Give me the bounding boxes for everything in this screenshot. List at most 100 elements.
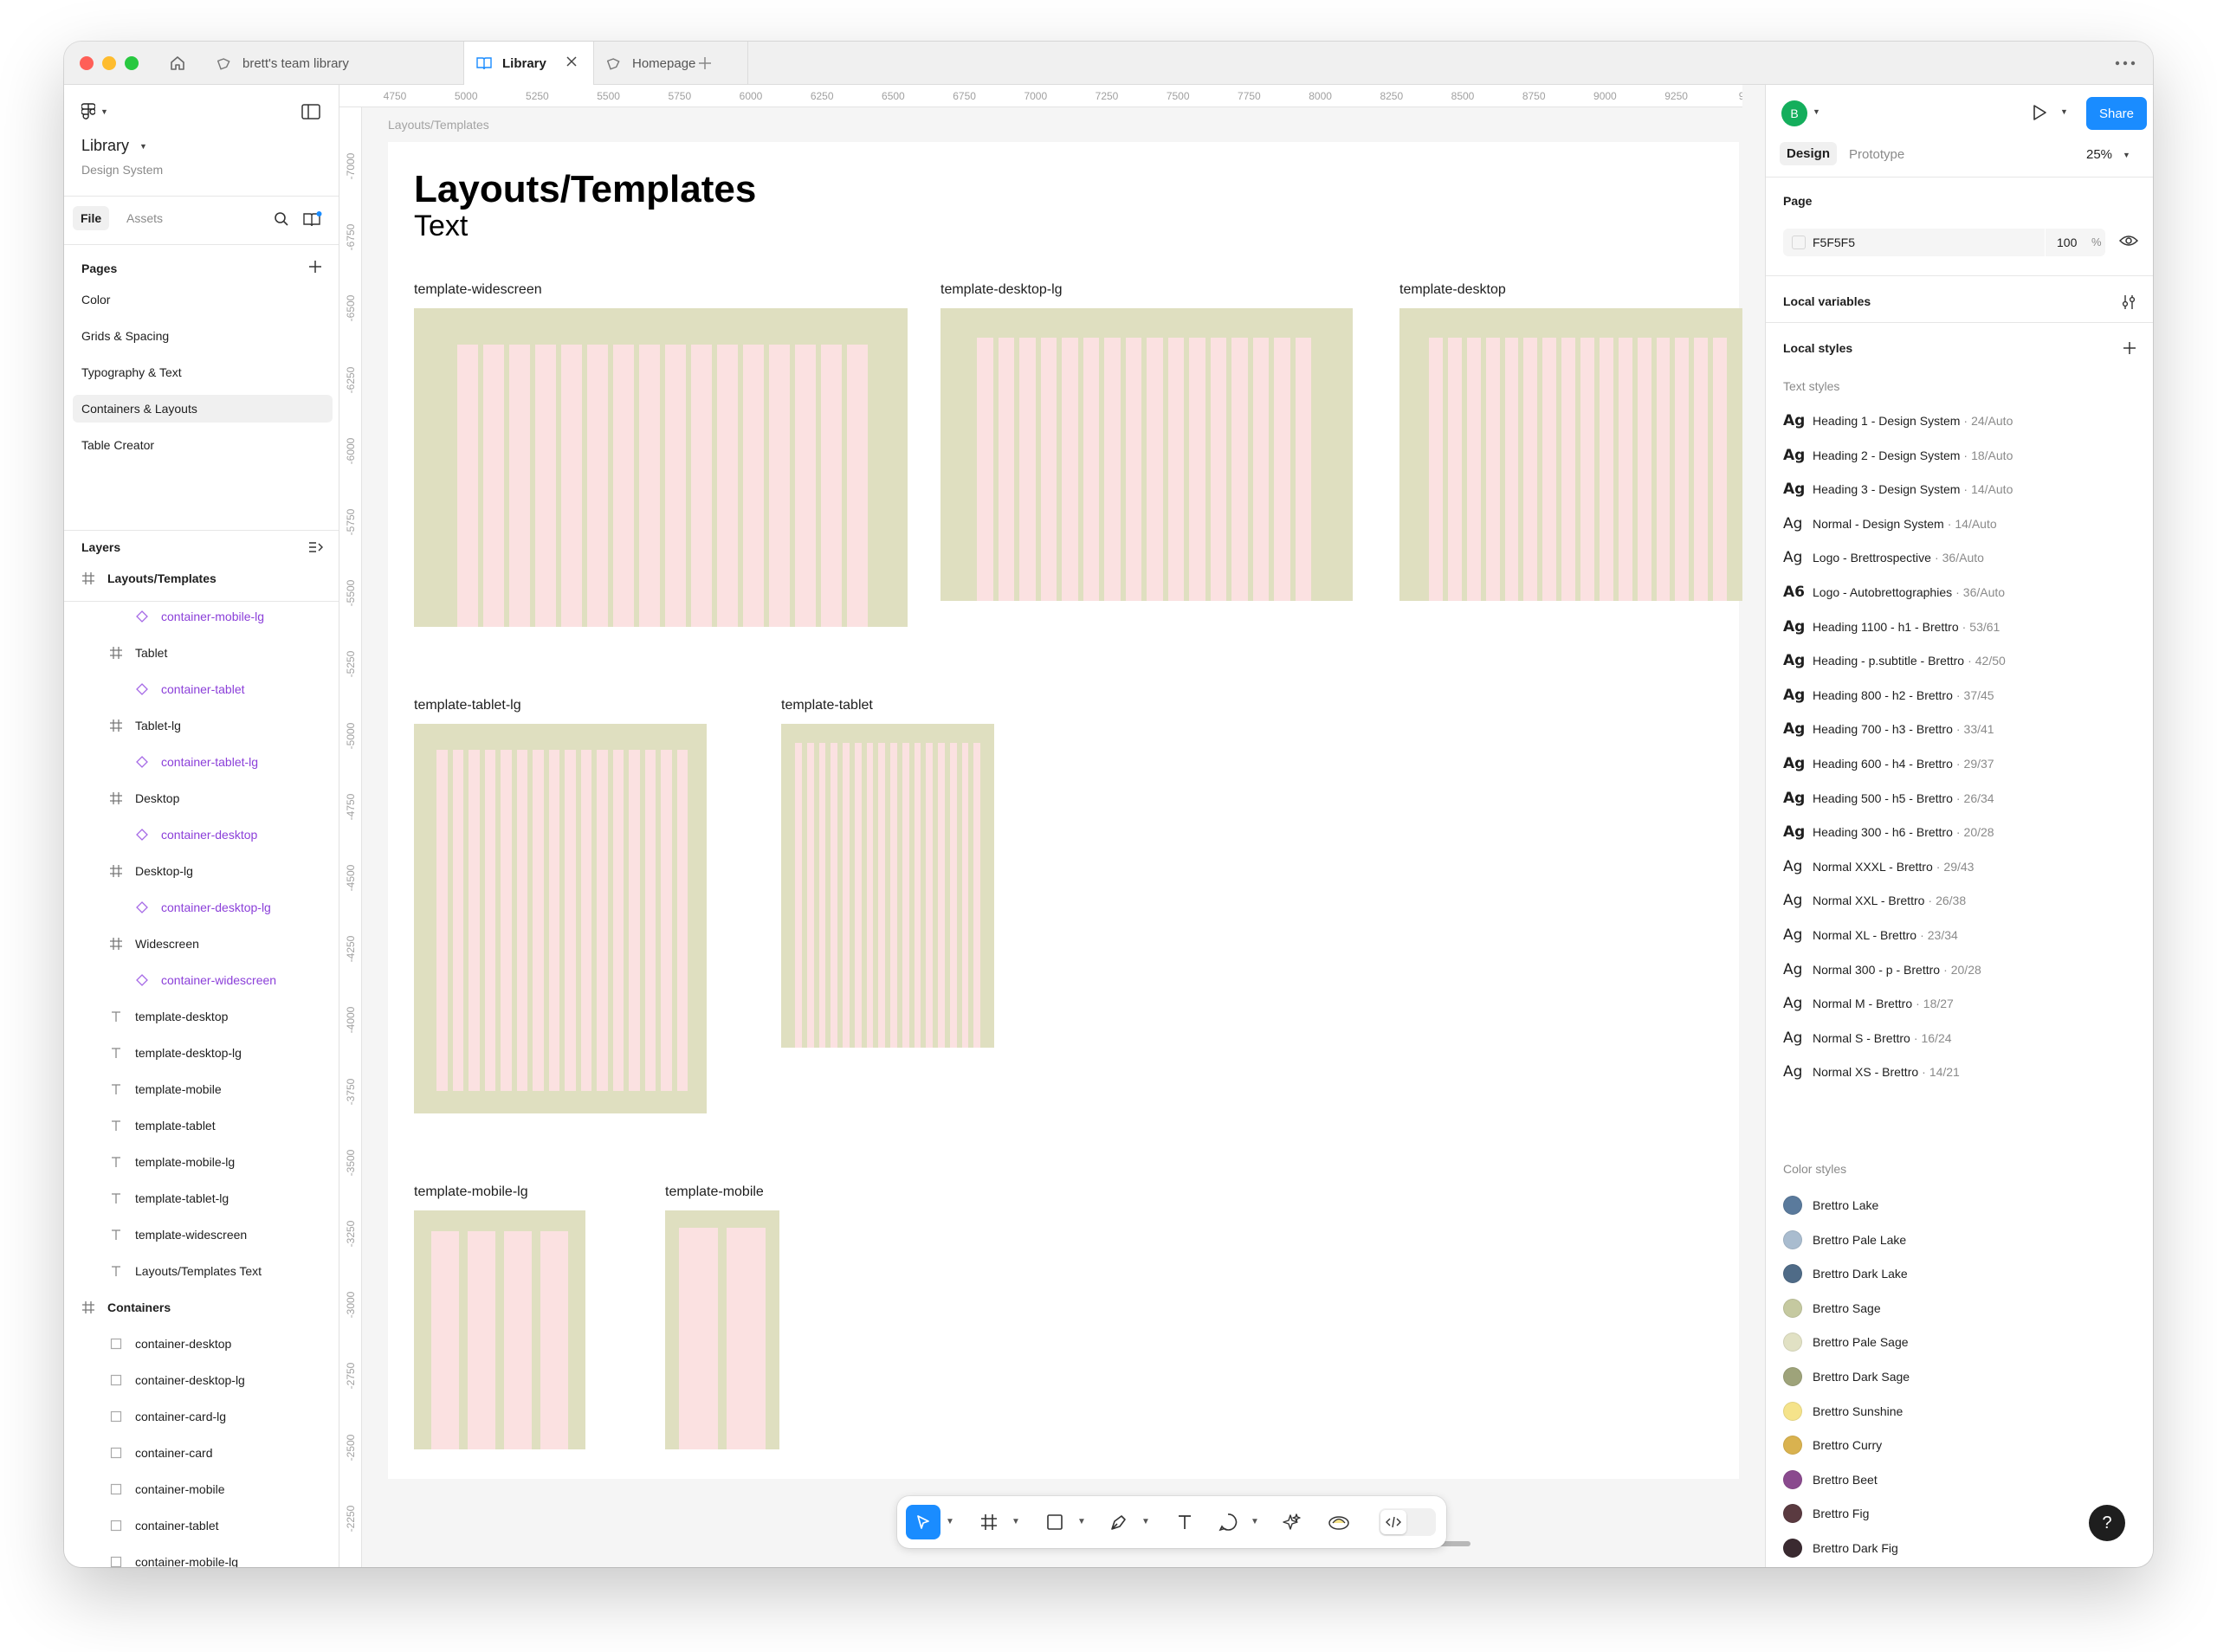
- text-style-item[interactable]: Ag Heading 600 - h4 - Brettro · 29/37: [1783, 753, 1994, 774]
- layer-item[interactable]: template-desktop-lg: [64, 1040, 339, 1066]
- frame-label[interactable]: Layouts/Templates: [388, 118, 489, 132]
- zoom-level[interactable]: 25% ▼: [2086, 147, 2130, 162]
- text-style-item[interactable]: Ag Logo - Brettrospective · 36/Auto: [1783, 547, 1984, 568]
- zoom-window-button[interactable]: [125, 56, 139, 70]
- add-page-plus-icon[interactable]: [308, 260, 322, 278]
- variables-settings-icon[interactable]: [2121, 294, 2136, 314]
- pen-tool-button[interactable]: [1102, 1505, 1136, 1539]
- color-style-item[interactable]: Brettro Dark Lake: [1783, 1263, 1908, 1284]
- text-style-item[interactable]: Ag Heading 1 - Design System · 24/Auto: [1783, 410, 2013, 431]
- chevron-down-icon[interactable]: ▼: [1012, 1517, 1020, 1526]
- toggle-sidebar-icon[interactable]: [301, 104, 320, 124]
- tab-file[interactable]: File: [73, 206, 110, 230]
- ai-tool-button[interactable]: [1275, 1505, 1309, 1539]
- layer-item[interactable]: container-tablet: [64, 1513, 339, 1539]
- main-menu-button[interactable]: ▼: [81, 102, 108, 121]
- layer-item[interactable]: template-mobile-lg: [64, 1149, 339, 1175]
- comment-tool-button[interactable]: [1211, 1505, 1245, 1539]
- layer-item[interactable]: Tablet: [64, 640, 339, 666]
- text-style-item[interactable]: Ag Normal M - Brettro · 18/27: [1783, 993, 1954, 1014]
- text-tool-button[interactable]: [1167, 1505, 1202, 1539]
- text-style-item[interactable]: Ag Heading 500 - h5 - Brettro · 26/34: [1783, 788, 1994, 809]
- layer-item[interactable]: template-tablet: [64, 1113, 339, 1139]
- more-options-icon[interactable]: [2113, 52, 2137, 74]
- layer-item[interactable]: Layouts/Templates: [64, 565, 339, 591]
- template-tablet[interactable]: [781, 724, 994, 1048]
- text-style-item[interactable]: Ag Heading 3 - Design System · 14/Auto: [1783, 479, 2013, 500]
- layer-item[interactable]: container-card: [64, 1440, 339, 1466]
- page-fill-field[interactable]: F5F5F5 100 %: [1783, 229, 2105, 256]
- layer-item[interactable]: container-card-lg: [64, 1404, 339, 1429]
- page-item[interactable]: Table Creator: [81, 438, 154, 452]
- color-style-item[interactable]: Brettro Sunshine: [1783, 1401, 1903, 1422]
- share-button[interactable]: Share: [2086, 97, 2147, 130]
- new-tab-plus-icon[interactable]: [695, 53, 715, 74]
- layer-item[interactable]: container-desktop-lg: [64, 894, 339, 920]
- text-style-item[interactable]: Ag Normal XXXL - Brettro · 29/43: [1783, 856, 1974, 877]
- home-icon[interactable]: [166, 52, 189, 74]
- layer-item[interactable]: container-widescreen: [64, 967, 339, 993]
- text-style-item[interactable]: Ag Normal XL - Brettro · 23/34: [1783, 925, 1958, 945]
- layer-item[interactable]: container-mobile-lg: [64, 603, 339, 629]
- frame-tool-button[interactable]: [972, 1505, 1006, 1539]
- layer-item[interactable]: Desktop: [64, 785, 339, 811]
- text-style-item[interactable]: Ag Normal 300 - p - Brettro · 20/28: [1783, 959, 1981, 980]
- layer-item[interactable]: Desktop-lg: [64, 858, 339, 884]
- canvas[interactable]: Layouts/Templates Layouts/Templates Text…: [362, 107, 1742, 1567]
- page-opacity-value[interactable]: 100: [2057, 236, 2077, 249]
- template-desktop-lg[interactable]: [940, 308, 1353, 601]
- layer-item[interactable]: container-mobile: [64, 1476, 339, 1502]
- layer-item[interactable]: template-desktop: [64, 1003, 339, 1029]
- color-style-item[interactable]: Brettro Dark Sage: [1783, 1366, 1910, 1387]
- minimize-window-button[interactable]: [102, 56, 116, 70]
- move-tool-button[interactable]: [906, 1505, 940, 1539]
- close-tab-icon[interactable]: [566, 55, 578, 71]
- color-style-item[interactable]: Brettro Sage: [1783, 1298, 1881, 1319]
- template-tablet-lg[interactable]: [414, 724, 707, 1113]
- library-book-icon[interactable]: [303, 211, 322, 231]
- text-style-item[interactable]: Ag Heading 1100 - h1 - Brettro · 53/61: [1783, 616, 2000, 637]
- chevron-down-icon[interactable]: ▼: [1813, 107, 1820, 116]
- chevron-down-icon[interactable]: ▼: [1077, 1517, 1086, 1526]
- text-style-item[interactable]: Ag Heading 300 - h6 - Brettro · 20/28: [1783, 822, 1994, 842]
- tab-library[interactable]: Library: [464, 42, 594, 85]
- eye-icon[interactable]: [2118, 234, 2139, 252]
- layer-item[interactable]: container-desktop-lg: [64, 1367, 339, 1393]
- text-style-item[interactable]: Ag Heading 2 - Design System · 18/Auto: [1783, 445, 2013, 466]
- text-style-item[interactable]: Ag Heading 800 - h2 - Brettro · 37/45: [1783, 685, 1994, 706]
- avatar[interactable]: B: [1781, 100, 1807, 126]
- color-style-item[interactable]: Brettro Lake: [1783, 1195, 1878, 1216]
- tab-prototype[interactable]: Prototype: [1849, 147, 1904, 162]
- chevron-down-icon[interactable]: ▼: [1251, 1517, 1259, 1526]
- layer-item[interactable]: Containers: [64, 1294, 339, 1320]
- search-icon[interactable]: [274, 211, 289, 231]
- layer-item[interactable]: Layouts/Templates Text: [64, 1258, 339, 1284]
- color-style-item[interactable]: Brettro Pale Sage: [1783, 1332, 1909, 1352]
- page-item[interactable]: Containers & Layouts: [81, 402, 197, 416]
- text-style-item[interactable]: Ag Heading - p.subtitle - Brettro · 42/50: [1783, 650, 2006, 671]
- help-button[interactable]: ?: [2089, 1505, 2125, 1541]
- project-name[interactable]: Design System: [81, 163, 163, 177]
- layer-item[interactable]: Widescreen: [64, 931, 339, 957]
- template-mobile-lg[interactable]: [414, 1210, 585, 1449]
- layouts-templates-frame[interactable]: Layouts/Templates Text template-widescre…: [388, 142, 1742, 1479]
- add-style-plus-icon[interactable]: [2123, 341, 2136, 359]
- chevron-down-icon[interactable]: ▼: [1141, 1517, 1150, 1526]
- template-desktop[interactable]: [1399, 308, 1742, 601]
- present-play-icon[interactable]: [2031, 104, 2048, 126]
- template-widescreen[interactable]: [414, 308, 908, 627]
- text-style-item[interactable]: Ag Heading 700 - h3 - Brettro · 33/41: [1783, 719, 1994, 739]
- text-style-item[interactable]: Ag Normal XS - Brettro · 14/21: [1783, 1062, 1960, 1082]
- layer-item[interactable]: container-tablet-lg: [64, 749, 339, 775]
- color-style-item[interactable]: Brettro Pale Lake: [1783, 1229, 1906, 1250]
- chevron-down-icon[interactable]: ▼: [946, 1517, 954, 1526]
- dev-mode-toggle[interactable]: [1379, 1508, 1436, 1536]
- shape-tool-button[interactable]: [1037, 1505, 1072, 1539]
- text-style-item[interactable]: Ag Normal - Design System · 14/Auto: [1783, 513, 1997, 534]
- color-style-item[interactable]: Brettro Beet: [1783, 1469, 1878, 1490]
- collapse-layers-icon[interactable]: [308, 540, 324, 558]
- color-style-item[interactable]: Brettro Fig: [1783, 1503, 1869, 1524]
- page-item[interactable]: Grids & Spacing: [81, 329, 169, 343]
- chevron-down-icon[interactable]: ▼: [2060, 107, 2068, 116]
- tab-team-library[interactable]: brett's team library: [204, 42, 464, 85]
